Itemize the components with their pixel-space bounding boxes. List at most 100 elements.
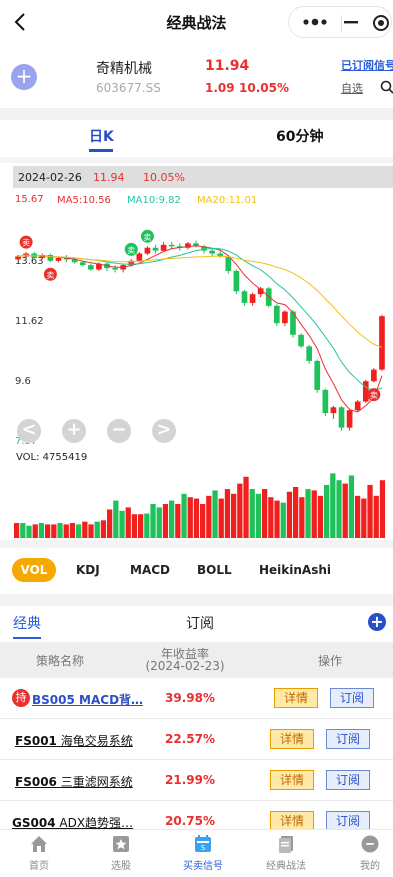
volume-bar xyxy=(26,525,32,538)
search-icon[interactable] xyxy=(380,80,393,94)
tab-subscribe[interactable]: 订阅 xyxy=(186,613,214,633)
subscribe-button[interactable]: 订阅 xyxy=(330,688,374,708)
more-dots-icon[interactable] xyxy=(301,16,329,28)
chart-info-bar: 2024-02-26 11.94 10.05% xyxy=(13,166,393,188)
volume-bar xyxy=(379,480,386,538)
volume-bar xyxy=(88,524,94,538)
strategy-yield: 20.75% xyxy=(165,814,215,828)
volume-bar xyxy=(311,490,317,538)
tab-trade-signal[interactable]: S 买卖信号 xyxy=(173,834,233,872)
ma10-legend: MA10:9.82 xyxy=(127,195,181,206)
volume-bar xyxy=(299,497,305,538)
indicator-tab-macd[interactable]: MACD xyxy=(130,563,170,577)
candle-body xyxy=(249,294,256,303)
volume-bar xyxy=(107,509,113,538)
kline-chart[interactable]: MA5:10.56 MA10:9.82 MA20:11.01 VOL: 4755… xyxy=(0,188,393,540)
volume-bar xyxy=(200,504,206,538)
strategy-title: MACD背… xyxy=(79,693,144,707)
add-strategy-button[interactable]: + xyxy=(368,613,386,631)
subscribe-button[interactable]: 订阅 xyxy=(326,811,370,831)
strategy-name[interactable]: FS006 三重滤网系统 xyxy=(15,773,133,790)
candle-body xyxy=(233,270,240,292)
candle-body xyxy=(314,360,321,390)
volume-bar xyxy=(274,500,280,538)
bottom-tab-bar: 首页 选股 S 买卖信号 经典战法 我的 xyxy=(0,829,393,877)
volume-bar xyxy=(100,520,107,538)
volume-bar xyxy=(175,504,181,538)
strategy-title: ADX趋势强… xyxy=(59,816,134,830)
candle-body xyxy=(338,407,345,428)
chart-scroll-left-button[interactable]: < xyxy=(17,419,41,443)
tab-60min[interactable]: 60分钟 xyxy=(276,126,323,146)
hold-badge: 持 xyxy=(12,689,30,707)
tab-classic-strategy[interactable]: 经典战法 xyxy=(256,834,316,872)
volume-bar xyxy=(336,480,342,538)
chart-scroll-right-button[interactable]: > xyxy=(152,419,176,443)
detail-button[interactable]: 详情 xyxy=(270,770,314,790)
svg-text:S: S xyxy=(201,844,206,852)
volume-bar xyxy=(231,493,237,538)
self-select-link[interactable]: 自选 xyxy=(341,80,363,96)
tab-stock-picker[interactable]: 选股 xyxy=(91,834,151,872)
volume-bar xyxy=(262,489,268,538)
tab-indicator xyxy=(89,149,113,152)
volume-bar xyxy=(206,495,212,538)
subscribed-signal-link[interactable]: 已订阅信号 xyxy=(341,57,393,73)
chart-zoom-out-button[interactable]: − xyxy=(107,419,131,443)
detail-button[interactable]: 详情 xyxy=(270,729,314,749)
calendar-signal-icon: S xyxy=(195,835,211,852)
indicator-tab-boll[interactable]: BOLL xyxy=(197,563,232,577)
indicator-tab-heikinashi[interactable]: HeikinAshi xyxy=(259,563,331,577)
candle-body xyxy=(298,334,304,347)
profile-icon xyxy=(361,835,379,853)
strategy-name[interactable]: FS001 海龟交易系统 xyxy=(15,732,133,749)
document-icon xyxy=(279,836,293,853)
minimize-icon[interactable] xyxy=(341,16,361,28)
candle-body xyxy=(362,381,369,402)
section-gap xyxy=(0,108,393,120)
volume-bar xyxy=(305,489,311,538)
volume-bar xyxy=(138,514,144,538)
volume-label: VOL: 4755419 xyxy=(16,452,87,463)
app-root: 经典战法 + 奇精机械 603677.SS 11.94 1.09 10.05% … xyxy=(0,0,393,877)
detail-button[interactable]: 详情 xyxy=(270,811,314,831)
strategy-title: 三重滤网系统 xyxy=(60,775,133,789)
volume-bar xyxy=(113,500,119,538)
candle-body xyxy=(354,401,361,411)
table-row: FS001 海龟交易系统 22.57% 详情 订阅 xyxy=(0,719,393,760)
tab-mine[interactable]: 我的 xyxy=(340,834,393,872)
volume-bar xyxy=(144,513,150,538)
indicator-tab-kdj[interactable]: KDJ xyxy=(76,563,100,577)
volume-bar xyxy=(342,483,348,538)
detail-button[interactable]: 详情 xyxy=(274,688,318,708)
volume-bar xyxy=(69,523,76,538)
tab-home-label: 首页 xyxy=(29,861,49,872)
tab-home[interactable]: 首页 xyxy=(9,834,69,872)
volume-bar xyxy=(280,502,286,538)
candle-body xyxy=(144,247,151,254)
strategy-yield: 21.99% xyxy=(165,773,215,787)
volume-bar xyxy=(63,524,69,538)
tab-classic[interactable]: 经典 xyxy=(13,613,41,633)
volume-bar xyxy=(45,524,51,538)
close-target-icon[interactable] xyxy=(372,14,390,32)
chart-zoom-in-button[interactable]: + xyxy=(62,419,86,443)
add-stock-button[interactable]: + xyxy=(11,64,37,90)
volume-bar xyxy=(76,524,82,538)
strategy-code: BS005 xyxy=(32,693,75,707)
indicator-tab-vol[interactable]: VOL xyxy=(12,558,56,582)
ma20-line xyxy=(17,254,383,348)
candle-body xyxy=(306,346,313,361)
strategy-title: 海龟交易系统 xyxy=(60,734,133,748)
candle-body xyxy=(330,407,337,414)
tab-stock-picker-label: 选股 xyxy=(111,861,131,872)
candle-body xyxy=(87,265,94,270)
subscribe-button[interactable]: 订阅 xyxy=(326,729,370,749)
strategy-name[interactable]: BS005 MACD背… xyxy=(32,691,143,708)
tab-indicator xyxy=(13,637,41,639)
table-header: 策略名称 年收益率 (2024-02-23) 操作 xyxy=(0,642,393,678)
volume-bar xyxy=(249,489,255,538)
tab-daily-k[interactable]: 日K xyxy=(89,126,114,146)
subscribe-button[interactable]: 订阅 xyxy=(326,770,370,790)
tab-classic-strategy-label: 经典战法 xyxy=(266,861,306,872)
